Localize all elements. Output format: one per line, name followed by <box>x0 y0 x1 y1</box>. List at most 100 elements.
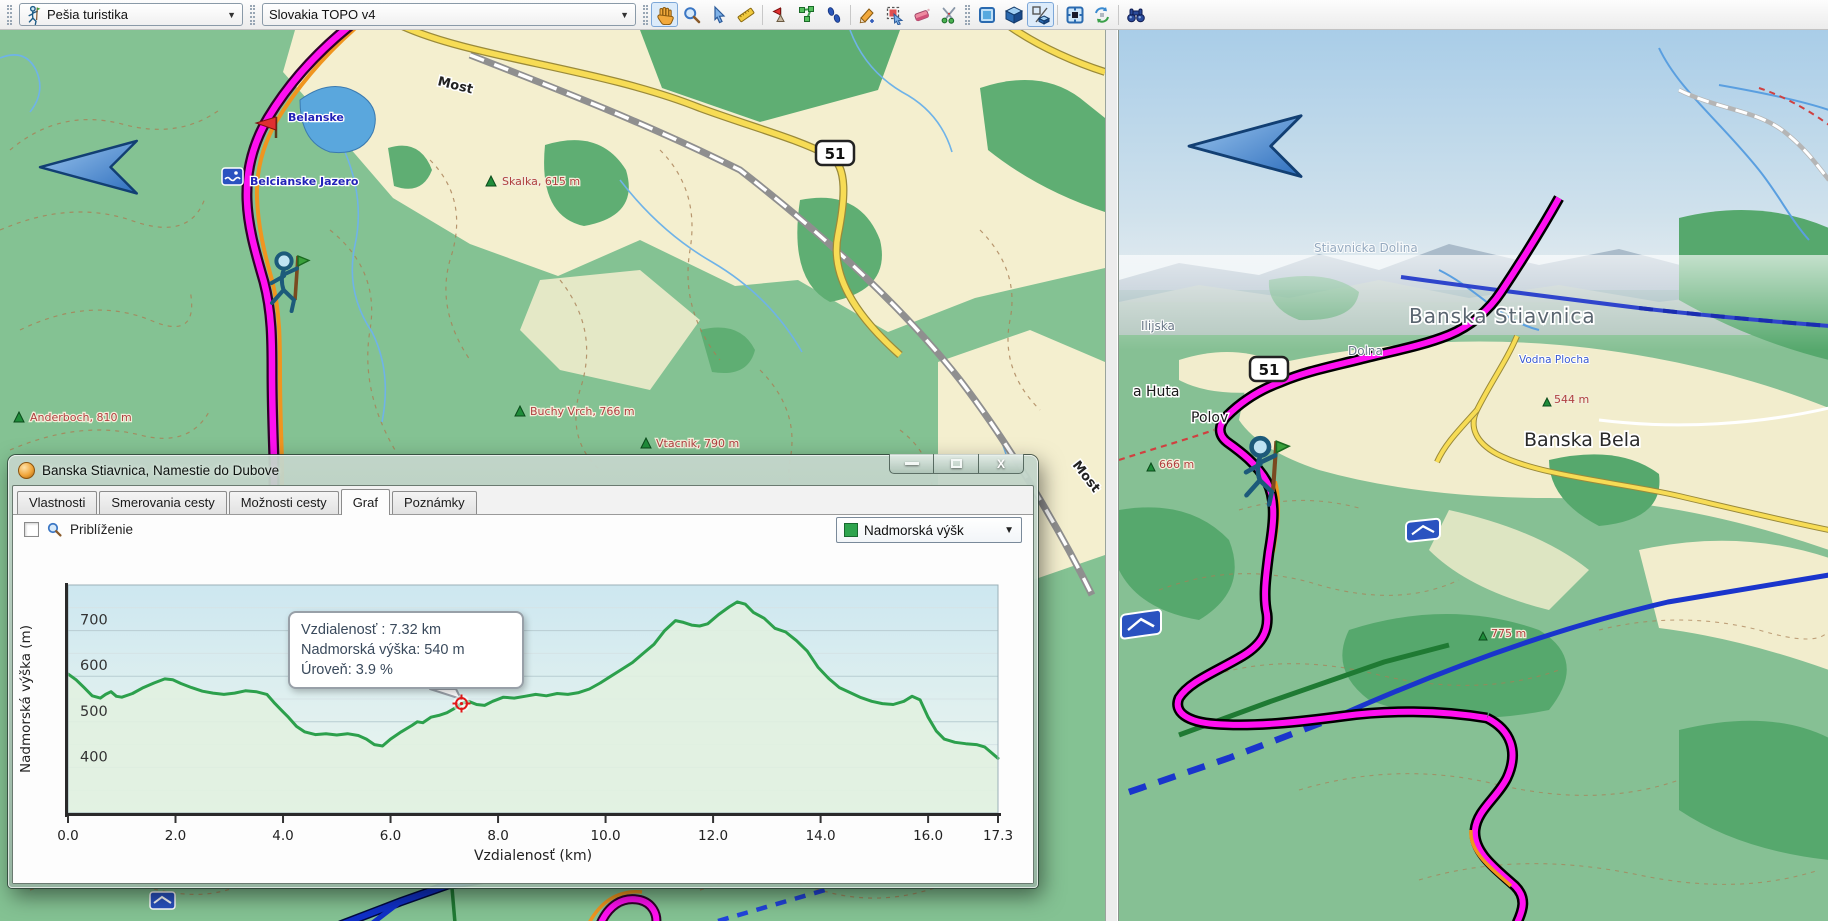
map-label: Stiavnicka Dolina <box>1314 241 1418 255</box>
route-tool-button[interactable] <box>793 2 820 27</box>
footprints-icon <box>824 5 844 25</box>
chart-tooltip: Vzdialenosť : 7.32 km Nadmorská výška: 5… <box>288 611 524 689</box>
tab-mo-nosti-cesty[interactable]: Možnosti cesty <box>229 491 339 514</box>
minimize-icon <box>905 462 919 465</box>
map-product-value: Slovakia TOPO v4 <box>269 7 375 22</box>
blue-square-icon <box>977 5 997 25</box>
toolbar-grip[interactable] <box>965 5 970 25</box>
map-label: Belanske <box>288 111 344 124</box>
recalculate-icon <box>1092 5 1112 25</box>
svg-text:2.0: 2.0 <box>165 828 186 844</box>
toolbar-grip[interactable] <box>643 5 648 25</box>
svg-text:700: 700 <box>80 613 108 629</box>
ruler-icon <box>736 5 756 25</box>
eraser-icon <box>912 5 932 25</box>
map-3d-pane[interactable]: Stiavnicka Dolina Ilijska a Huta Polov Bansk… <box>1118 30 1828 921</box>
toolbar-grip[interactable] <box>250 5 255 25</box>
close-icon: X <box>997 457 1005 471</box>
scissors-icon <box>939 5 959 25</box>
activity-profile-combobox[interactable]: Pešia turistika ▼ <box>19 3 243 26</box>
edit-pencil-icon <box>858 5 878 25</box>
map-label: Skalka, 615 m <box>502 175 580 188</box>
map-product-combobox[interactable]: Slovakia TOPO v4 ▼ <box>262 3 636 26</box>
marquee-select-icon <box>885 5 905 25</box>
tooltip-distance: Vzdialenosť : 7.32 km <box>301 620 511 640</box>
svg-text:600: 600 <box>80 658 108 674</box>
swim-area-icon <box>222 168 243 185</box>
close-button[interactable]: X <box>979 454 1024 474</box>
route-icon <box>797 5 817 25</box>
horizon-haze <box>1119 255 1828 350</box>
series-selector-combobox[interactable]: Nadmorská výšk ▼ <box>836 517 1022 543</box>
pane-splitter[interactable] <box>1105 30 1118 921</box>
series-selector-value: Nadmorská výšk <box>864 523 964 538</box>
zoom-tool-button[interactable] <box>678 2 705 27</box>
map-label: Banska Stiavnica <box>1409 304 1596 328</box>
track-tool-button[interactable] <box>820 2 847 27</box>
svg-text:17.3: 17.3 <box>983 828 1013 844</box>
map-label: Vtacnik, 790 m <box>656 437 739 450</box>
view-3d-tool-button[interactable] <box>1000 2 1027 27</box>
svg-text:51: 51 <box>1259 361 1280 379</box>
map-label: 544 m <box>1554 393 1589 406</box>
road-shield: 51 <box>1250 357 1288 381</box>
tab-pozn-mky[interactable]: Poznámky <box>392 491 477 514</box>
marquee-select-tool-button[interactable] <box>881 2 908 27</box>
find-tool-button[interactable] <box>1122 2 1149 27</box>
tab-graf[interactable]: Graf <box>341 489 390 515</box>
split-view-icon <box>1031 5 1051 25</box>
tab-smerovania-cesty[interactable]: Smerovania cesty <box>99 491 226 514</box>
center-map-icon <box>1065 5 1085 25</box>
map-label: Belcianske Jazero <box>250 175 359 188</box>
chevron-down-icon: ▼ <box>1004 525 1014 536</box>
maximize-button[interactable] <box>934 454 979 474</box>
center-map-tool-button[interactable] <box>1061 2 1088 27</box>
toolbar-grip[interactable] <box>7 5 12 25</box>
svg-text:14.0: 14.0 <box>806 828 836 844</box>
map-label: Polov <box>1191 410 1228 426</box>
route-icon <box>18 462 35 479</box>
toolbar-separator <box>1118 5 1119 25</box>
zoom-checkbox-label: Priblíženie <box>70 522 133 537</box>
erase-tool-button[interactable] <box>908 2 935 27</box>
edit-tool-button[interactable] <box>854 2 881 27</box>
topo-map-3d: Stiavnicka Dolina Ilijska a Huta Polov Bansk… <box>1119 30 1828 921</box>
series-color-swatch <box>844 523 858 537</box>
binoculars-icon <box>1126 5 1146 25</box>
zoom-checkbox[interactable] <box>24 522 39 537</box>
map-label: Ilijska <box>1141 319 1175 333</box>
selection-tool-button[interactable] <box>705 2 732 27</box>
area-select-tool-button[interactable] <box>973 2 1000 27</box>
map-label: a Huta <box>1133 384 1180 400</box>
cut-tool-button[interactable] <box>935 2 962 27</box>
recalculate-tool-button[interactable] <box>1088 2 1115 27</box>
road-shield: 51 <box>816 141 854 165</box>
cursor-icon <box>709 5 729 25</box>
tooltip-elevation: Nadmorská výška: 540 m <box>301 640 511 660</box>
pan-tool-button[interactable] <box>651 2 678 27</box>
main-toolbar: Pešia turistika ▼ Slovakia TOPO v4 ▼ <box>0 0 1828 30</box>
chevron-down-icon: ▼ <box>620 10 629 20</box>
tab-vlastnosti[interactable]: Vlastnosti <box>17 491 97 514</box>
svg-text:10.0: 10.0 <box>591 828 621 844</box>
toolbar-separator <box>850 5 851 25</box>
dialog-titlebar[interactable]: Banska Stiavnica, Namestie do Dubove <box>8 455 1038 485</box>
dialog-title: Banska Stiavnica, Namestie do Dubove <box>42 463 279 478</box>
maximize-icon <box>951 459 962 468</box>
map-label: Buchy Vrch, 766 m <box>530 405 635 418</box>
waypoint-flag-icon <box>770 5 790 25</box>
svg-text:0.0: 0.0 <box>57 828 78 844</box>
toolbar-tool-buttons <box>640 2 1149 27</box>
measure-tool-button[interactable] <box>732 2 759 27</box>
elevation-profile-chart[interactable]: 4005006007000.02.04.06.08.010.012.014.01… <box>8 550 1038 888</box>
svg-text:8.0: 8.0 <box>487 828 508 844</box>
svg-text:Vzdialenosť (km): Vzdialenosť (km) <box>474 848 592 864</box>
minimize-button[interactable] <box>889 454 934 474</box>
activity-profile-value: Pešia turistika <box>47 7 128 22</box>
magnifier-icon <box>46 521 63 538</box>
split-3d-view-tool-button[interactable] <box>1027 2 1054 27</box>
app-window: Pešia turistika ▼ Slovakia TOPO v4 ▼ <box>0 0 1828 921</box>
tooltip-grade: Úroveň: 3.9 % <box>301 660 511 680</box>
waypoint-tool-button[interactable] <box>766 2 793 27</box>
map-label: Anderboch, 810 m <box>30 411 132 424</box>
